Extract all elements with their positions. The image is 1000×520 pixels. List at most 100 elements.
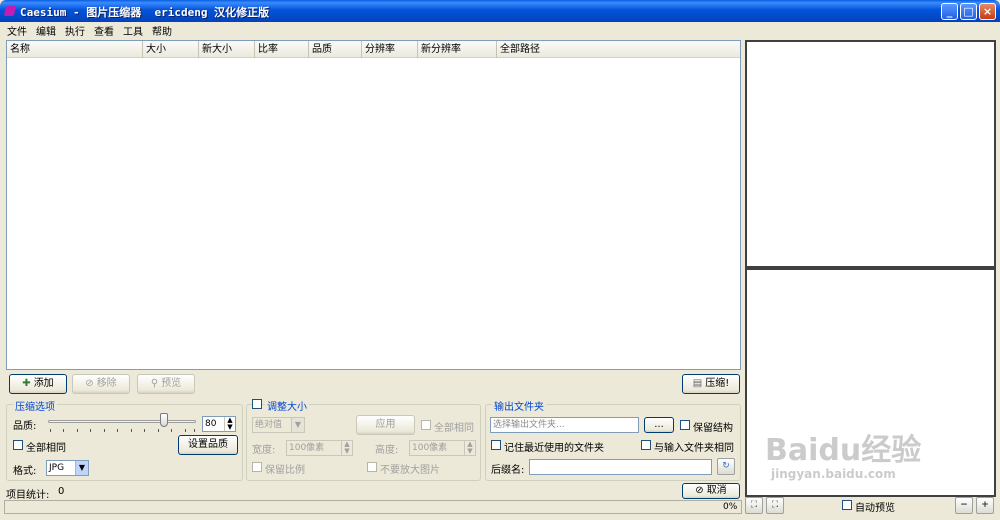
format-label: 格式: (13, 466, 37, 477)
no-enlarge-label: 不要放大图片 (380, 465, 440, 476)
resize-mode-select[interactable]: 绝对值 ▼ (252, 417, 305, 433)
width-spinner[interactable]: 100像素 ▲ ▼ (286, 440, 353, 456)
zoom-out-icon[interactable]: − (955, 497, 973, 514)
auto-preview-checkbox[interactable] (842, 500, 852, 510)
apply-label: 应用 (375, 419, 396, 430)
height-value: 100像素 (412, 443, 448, 453)
add-button[interactable]: ✚ 添加 (9, 374, 67, 394)
remember-folder-checkbox[interactable] (491, 440, 501, 450)
fit-view-icon[interactable]: ⛶ (745, 497, 763, 514)
remove-label: 移除 (96, 378, 117, 389)
compression-legend: 压缩选项 (13, 398, 57, 413)
compress-button[interactable]: ▤ 压缩! (682, 374, 740, 394)
output-legend: 输出文件夹 (492, 398, 546, 413)
watermark: Baidu经验 jingyan.baidu.com (765, 433, 922, 482)
auto-preview-label: 自动预览 (855, 503, 895, 514)
resize-same-label: 全部相同 (434, 423, 474, 434)
preview-button[interactable]: ⚲ 预览 (137, 374, 195, 394)
column-resolution[interactable]: 分辨率 (362, 41, 418, 58)
no-enlarge-checkbox[interactable] (367, 462, 377, 472)
cancel-label: 取消 (706, 485, 727, 496)
file-list[interactable]: 名称 大小 新大小 比率 品质 分辨率 新分辨率 全部路径 (6, 40, 741, 370)
spinner-arrows-icon[interactable]: ▲ ▼ (341, 441, 352, 455)
plus-icon: ✚ (22, 378, 31, 389)
prohibit-icon: ⊘ (85, 378, 94, 389)
column-full-path[interactable]: 全部路径 (497, 41, 740, 58)
keep-ratio-label: 保留比例 (265, 465, 305, 476)
column-new-resolution[interactable]: 新分辨率 (418, 41, 497, 58)
maximize-icon: □ (963, 5, 974, 18)
quality-same-checkbox[interactable] (13, 440, 23, 450)
width-value: 100像素 (289, 443, 325, 453)
progress-value: 0% (723, 502, 738, 512)
set-quality-button[interactable]: 设置品质 (178, 435, 238, 455)
compress-icon: ▤ (692, 378, 703, 389)
preview-label: 预览 (161, 378, 182, 389)
column-quality[interactable]: 品质 (309, 41, 362, 58)
format-select[interactable]: JPG ▼ (46, 460, 89, 476)
resize-mode-value: 绝对值 (255, 420, 283, 430)
menu-run[interactable]: 执行 (65, 23, 85, 38)
minimize-button[interactable]: _ (941, 3, 958, 20)
quality-value: 80 (205, 419, 217, 429)
height-label: 高度: (375, 445, 399, 456)
same-as-input-checkbox[interactable] (641, 440, 651, 450)
column-new-size[interactable]: 新大小 (199, 41, 255, 58)
progress-bar (4, 500, 742, 514)
quality-slider-thumb[interactable] (160, 413, 168, 427)
title-bar: Caesium - 图片压缩器 ericdeng 汉化修正版 _ □ × (0, 0, 1000, 22)
menu-tools[interactable]: 工具 (123, 23, 143, 38)
original-preview-pane (745, 40, 996, 268)
list-header: 名称 大小 新大小 比率 品质 分辨率 新分辨率 全部路径 (7, 41, 740, 58)
resize-checkbox[interactable] (252, 399, 262, 409)
width-label: 宽度: (252, 445, 276, 456)
quality-same-label: 全部相同 (26, 443, 66, 454)
minimize-icon: _ (946, 5, 953, 18)
chevron-down-icon: ▼ (291, 418, 304, 432)
column-name[interactable]: 名称 (7, 41, 143, 58)
spinner-arrows-icon[interactable]: ▲ ▼ (464, 441, 475, 455)
watermark-url: jingyan.baidu.com (771, 467, 896, 481)
remove-button[interactable]: ⊘ 移除 (72, 374, 130, 394)
output-folder-placeholder: 选择输出文件夹... (493, 420, 565, 430)
menu-file[interactable]: 文件 (7, 23, 27, 38)
set-quality-label: 设置品质 (188, 439, 228, 450)
menu-help[interactable]: 帮助 (152, 23, 172, 38)
browse-label: ... (654, 419, 664, 430)
items-count-value: 0 (58, 486, 65, 497)
window-title: Caesium - 图片压缩器 ericdeng 汉化修正版 (20, 6, 270, 19)
quality-slider-track[interactable] (48, 420, 196, 423)
column-size[interactable]: 大小 (143, 41, 199, 58)
close-icon: × (982, 5, 993, 18)
remember-folder-label: 记住最近使用的文件夹 (504, 443, 604, 454)
menu-view[interactable]: 查看 (94, 23, 114, 38)
output-folder-input[interactable]: 选择输出文件夹... (490, 417, 639, 433)
spinner-arrows-icon[interactable]: ▲ ▼ (224, 417, 235, 431)
browse-button[interactable]: ... (644, 417, 674, 433)
suffix-input[interactable] (529, 459, 712, 475)
same-as-input-label: 与输入文件夹相同 (654, 443, 734, 454)
keep-structure-checkbox[interactable] (680, 420, 690, 430)
maximize-button[interactable]: □ (960, 3, 977, 20)
close-button[interactable]: × (979, 3, 996, 20)
quality-spinner[interactable]: 80 ▲ ▼ (202, 416, 236, 432)
add-label: 添加 (33, 378, 54, 389)
menu-edit[interactable]: 编辑 (36, 23, 56, 38)
app-icon (3, 6, 17, 16)
quality-label: 品质: (13, 421, 37, 432)
keep-ratio-checkbox[interactable] (252, 462, 262, 472)
column-ratio[interactable]: 比率 (255, 41, 309, 58)
watermark-brand: Baidu经验 (765, 433, 922, 468)
zoom-in-icon[interactable]: + (976, 497, 994, 514)
format-value: JPG (49, 463, 65, 473)
apply-button[interactable]: 应用 (356, 415, 415, 435)
cancel-button[interactable]: ⊘ 取消 (682, 483, 740, 499)
compress-label: 压缩! (705, 378, 730, 389)
actual-size-icon[interactable]: ⛶ (766, 497, 784, 514)
keep-structure-label: 保留结构 (693, 423, 733, 434)
height-spinner[interactable]: 100像素 ▲ ▼ (409, 440, 476, 456)
suffix-label: 后缀名: (491, 465, 525, 476)
magnifier-icon: ⚲ (150, 378, 159, 389)
refresh-icon[interactable]: ↻ (717, 458, 735, 475)
resize-same-checkbox[interactable] (421, 420, 431, 430)
